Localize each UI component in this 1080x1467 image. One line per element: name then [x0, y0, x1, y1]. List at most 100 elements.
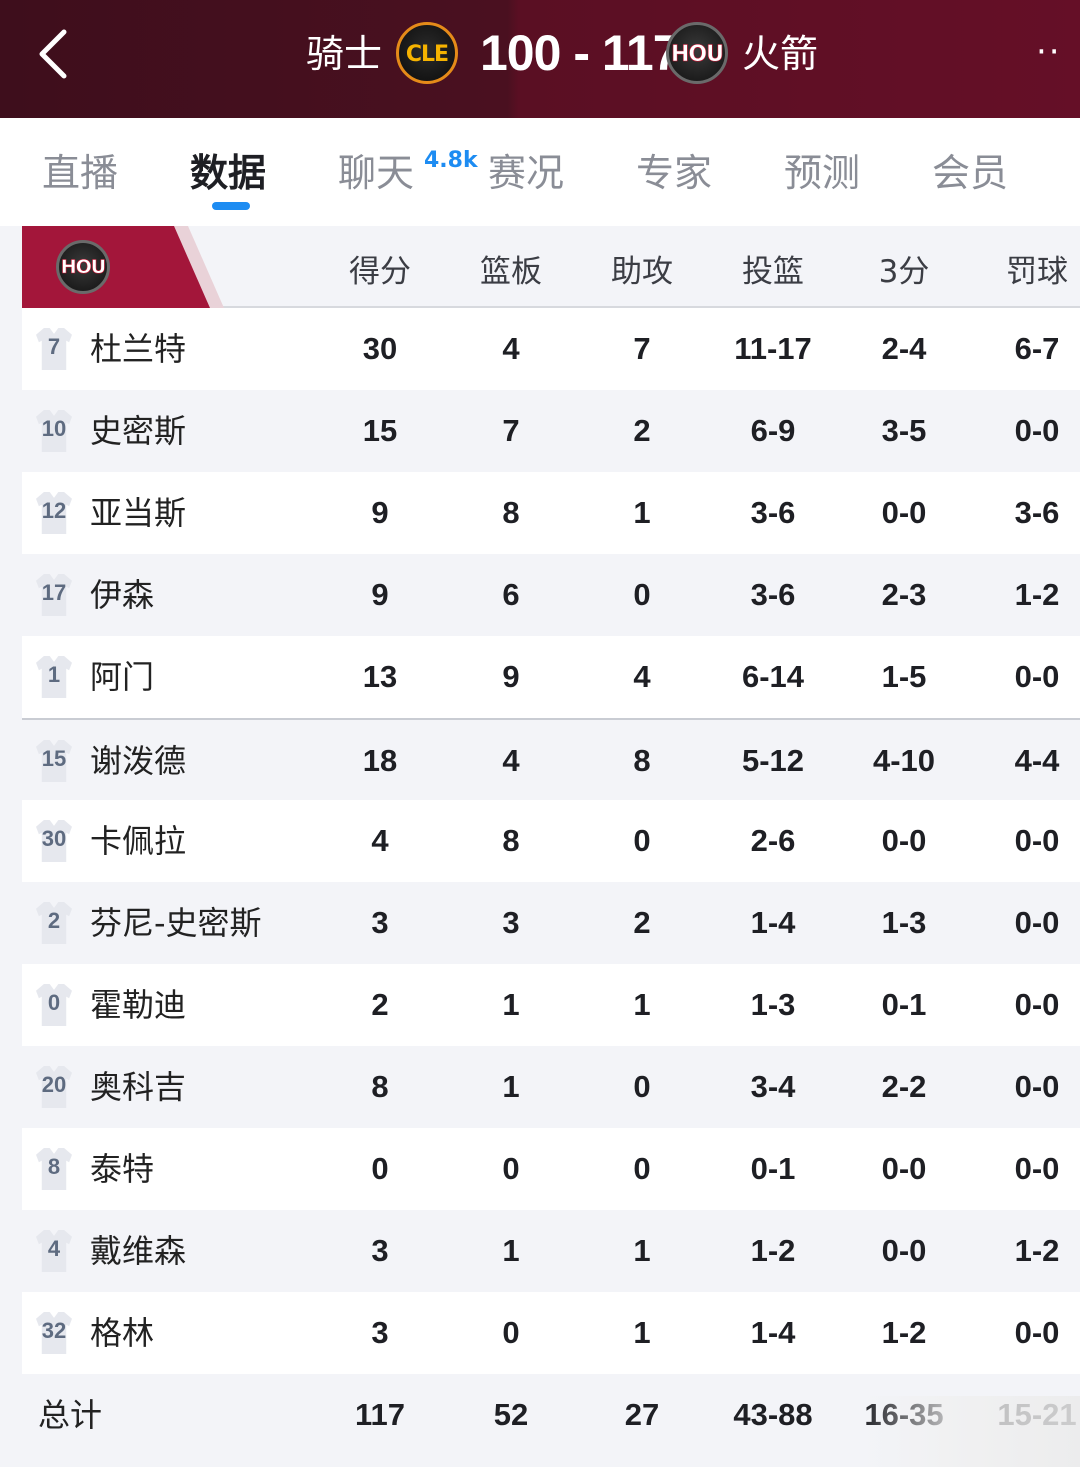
stat-field-goals: 1-4	[750, 1315, 796, 1350]
jersey-number: 10	[41, 416, 67, 441]
stat-three-pointers: 3-5	[881, 413, 927, 448]
tab-chat[interactable]: 聊天	[338, 148, 414, 198]
stat-points: 2	[371, 987, 389, 1022]
away-team-name[interactable]: 火箭	[742, 30, 818, 78]
stat-field-goals: 1-4	[750, 905, 796, 940]
stat-points: 0	[371, 1151, 389, 1186]
table-row[interactable]: 10 史密斯 15 7 2 6-9 3-5 0-0	[22, 390, 1080, 472]
player-name[interactable]: 史密斯	[90, 410, 186, 452]
table-row[interactable]: 20 奥科吉 8 1 0 3-4 2-2 0-0	[22, 1046, 1080, 1128]
player-name[interactable]: 阿门	[90, 656, 154, 698]
player-name[interactable]: 亚当斯	[90, 492, 186, 534]
stat-rebounds: 0	[502, 1151, 520, 1186]
tab-bar: 直播 数据 聊天 4.8k 赛况 专家 预测 会员	[0, 118, 1080, 226]
jersey-number: 30	[41, 826, 67, 851]
table-row[interactable]: 1 阿门 13 9 4 6-14 1-5 0-0	[22, 636, 1080, 718]
stat-three-pointers: 2-4	[881, 331, 927, 366]
hou-team-logo-icon[interactable]: HOU	[56, 240, 110, 294]
stat-points: 4	[371, 823, 389, 858]
stat-assists: 1	[633, 495, 651, 530]
player-name[interactable]: 伊森	[90, 574, 154, 616]
stat-points: 9	[371, 495, 389, 530]
stat-three-pointers: 0-1	[881, 987, 927, 1022]
table-row[interactable]: 2 芬尼-史密斯 3 3 2 1-4 1-3 0-0	[22, 882, 1080, 964]
tab-game-status[interactable]: 赛况	[488, 148, 564, 198]
stat-three-pointers: 1-2	[881, 1315, 927, 1350]
column-header-free-throws: 罚球	[1006, 254, 1068, 290]
stat-three-pointers: 2-3	[881, 577, 927, 612]
player-name[interactable]: 泰特	[90, 1148, 154, 1190]
player-name[interactable]: 杜兰特	[90, 328, 186, 370]
table-row[interactable]: 12 亚当斯 9 8 1 3-6 0-0 3-6	[22, 472, 1080, 554]
tab-membership[interactable]: 会员	[932, 148, 1008, 198]
total-rebounds: 52	[493, 1397, 529, 1432]
tab-live[interactable]: 直播	[42, 148, 118, 198]
stat-rebounds: 3	[502, 905, 520, 940]
active-tab-indicator	[212, 202, 250, 210]
jersey-number: 4	[47, 1236, 61, 1261]
table-row[interactable]: 8 泰特 0 0 0 0-1 0-0 0-0	[22, 1128, 1080, 1210]
watermark-overlay	[860, 1396, 1080, 1467]
player-name[interactable]: 戴维森	[90, 1230, 186, 1272]
chat-count-badge: 4.8k	[424, 148, 478, 173]
hou-logo-text: HOU	[671, 42, 725, 68]
player-name[interactable]: 卡佩拉	[90, 820, 186, 862]
stat-free-throws: 0-0	[1014, 987, 1060, 1022]
stat-three-pointers: 0-0	[881, 495, 927, 530]
player-name[interactable]: 格林	[90, 1312, 154, 1354]
game-header: 骑士 CLE 100 - 117 HOU 火箭 ··	[0, 0, 1080, 118]
stat-field-goals: 0-1	[750, 1151, 796, 1186]
stat-three-pointers: 4-10	[872, 743, 936, 778]
table-row[interactable]: 32 格林 3 0 1 1-4 1-2 0-0	[22, 1292, 1080, 1374]
stat-field-goals: 6-9	[750, 413, 796, 448]
jersey-number: 2	[47, 908, 61, 933]
tab-prediction[interactable]: 预测	[784, 148, 860, 198]
home-team-name[interactable]: 骑士	[306, 30, 382, 78]
stat-assists: 0	[633, 1069, 651, 1104]
player-name[interactable]: 芬尼-史密斯	[90, 902, 262, 944]
stat-assists: 1	[633, 987, 651, 1022]
table-row[interactable]: 7 杜兰特 30 4 7 11-17 2-4 6-7	[22, 308, 1080, 390]
stat-free-throws: 4-4	[1014, 743, 1060, 778]
stat-rebounds: 4	[502, 331, 520, 366]
total-label: 总计	[38, 1396, 103, 1434]
tab-data[interactable]: 数据	[190, 148, 266, 198]
table-row[interactable]: 30 卡佩拉 4 8 0 2-6 0-0 0-0	[22, 800, 1080, 882]
jersey-number: 15	[41, 746, 67, 771]
hou-team-logo-text: HOU	[60, 256, 106, 279]
stat-rebounds: 0	[502, 1315, 520, 1350]
stat-three-pointers: 2-2	[881, 1069, 927, 1104]
more-options-icon[interactable]: ··	[1036, 35, 1076, 70]
table-row[interactable]: 4 戴维森 3 1 1 1-2 0-0 1-2	[22, 1210, 1080, 1292]
jersey-number: 7	[47, 334, 61, 359]
table-header: HOU 得分 篮板 助攻 投篮 3分 罚球	[22, 226, 1080, 308]
stat-free-throws: 0-0	[1014, 1069, 1060, 1104]
back-arrow-icon[interactable]	[30, 26, 78, 82]
stat-points: 3	[371, 1315, 389, 1350]
stat-points: 30	[362, 331, 398, 366]
column-header-field-goals: 投篮	[742, 254, 804, 290]
table-row[interactable]: 17 伊森 9 6 0 3-6 2-3 1-2	[22, 554, 1080, 636]
stat-field-goals: 1-3	[750, 987, 796, 1022]
table-row[interactable]: 0 霍勒迪 2 1 1 1-3 0-1 0-0	[22, 964, 1080, 1046]
stat-field-goals: 3-4	[750, 1069, 796, 1104]
player-name[interactable]: 霍勒迪	[90, 984, 186, 1026]
stat-assists: 0	[633, 577, 651, 612]
stat-free-throws: 0-0	[1014, 413, 1060, 448]
stat-points: 13	[362, 659, 398, 694]
cle-logo-icon[interactable]: CLE	[396, 22, 458, 84]
hou-logo-icon[interactable]: HOU	[666, 22, 728, 84]
table-row[interactable]: 15 谢泼德 18 4 8 5-12 4-10 4-4	[22, 718, 1080, 800]
player-name[interactable]: 谢泼德	[90, 740, 186, 782]
stat-assists: 4	[633, 659, 651, 694]
stat-field-goals: 11-17	[734, 331, 812, 366]
stat-assists: 0	[633, 1151, 651, 1186]
stat-free-throws: 1-2	[1014, 1233, 1060, 1268]
player-name[interactable]: 奥科吉	[90, 1066, 186, 1108]
stat-free-throws: 0-0	[1014, 823, 1060, 858]
tab-experts[interactable]: 专家	[636, 148, 712, 198]
stat-assists: 2	[633, 905, 651, 940]
jersey-number: 17	[41, 580, 67, 605]
stat-field-goals: 1-2	[750, 1233, 796, 1268]
stat-assists: 0	[633, 823, 651, 858]
